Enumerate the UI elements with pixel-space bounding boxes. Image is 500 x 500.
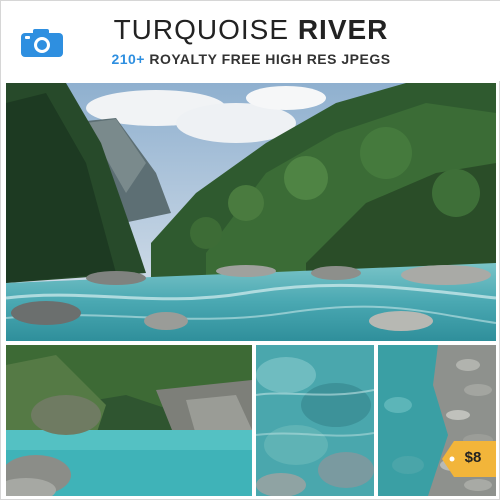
main-photo (6, 83, 496, 341)
subtitle-text: ROYALTY FREE HIGH RES JPEGS (149, 51, 391, 67)
thumbnail-water-closeup (256, 345, 374, 496)
product-card: TURQUOISE RIVER 210+ ROYALTY FREE HIGH R… (0, 0, 500, 500)
page-subtitle: 210+ ROYALTY FREE HIGH RES JPEGS (1, 51, 500, 67)
image-count: 210+ (111, 51, 145, 67)
title-light: TURQUOISE (113, 14, 290, 45)
page-title: TURQUOISE RIVER (1, 14, 500, 46)
header: TURQUOISE RIVER 210+ ROYALTY FREE HIGH R… (1, 1, 500, 81)
price-label[interactable]: $8 (453, 449, 493, 466)
thumbnail-gorge-pool (6, 345, 252, 496)
title-bold: RIVER (297, 14, 389, 45)
